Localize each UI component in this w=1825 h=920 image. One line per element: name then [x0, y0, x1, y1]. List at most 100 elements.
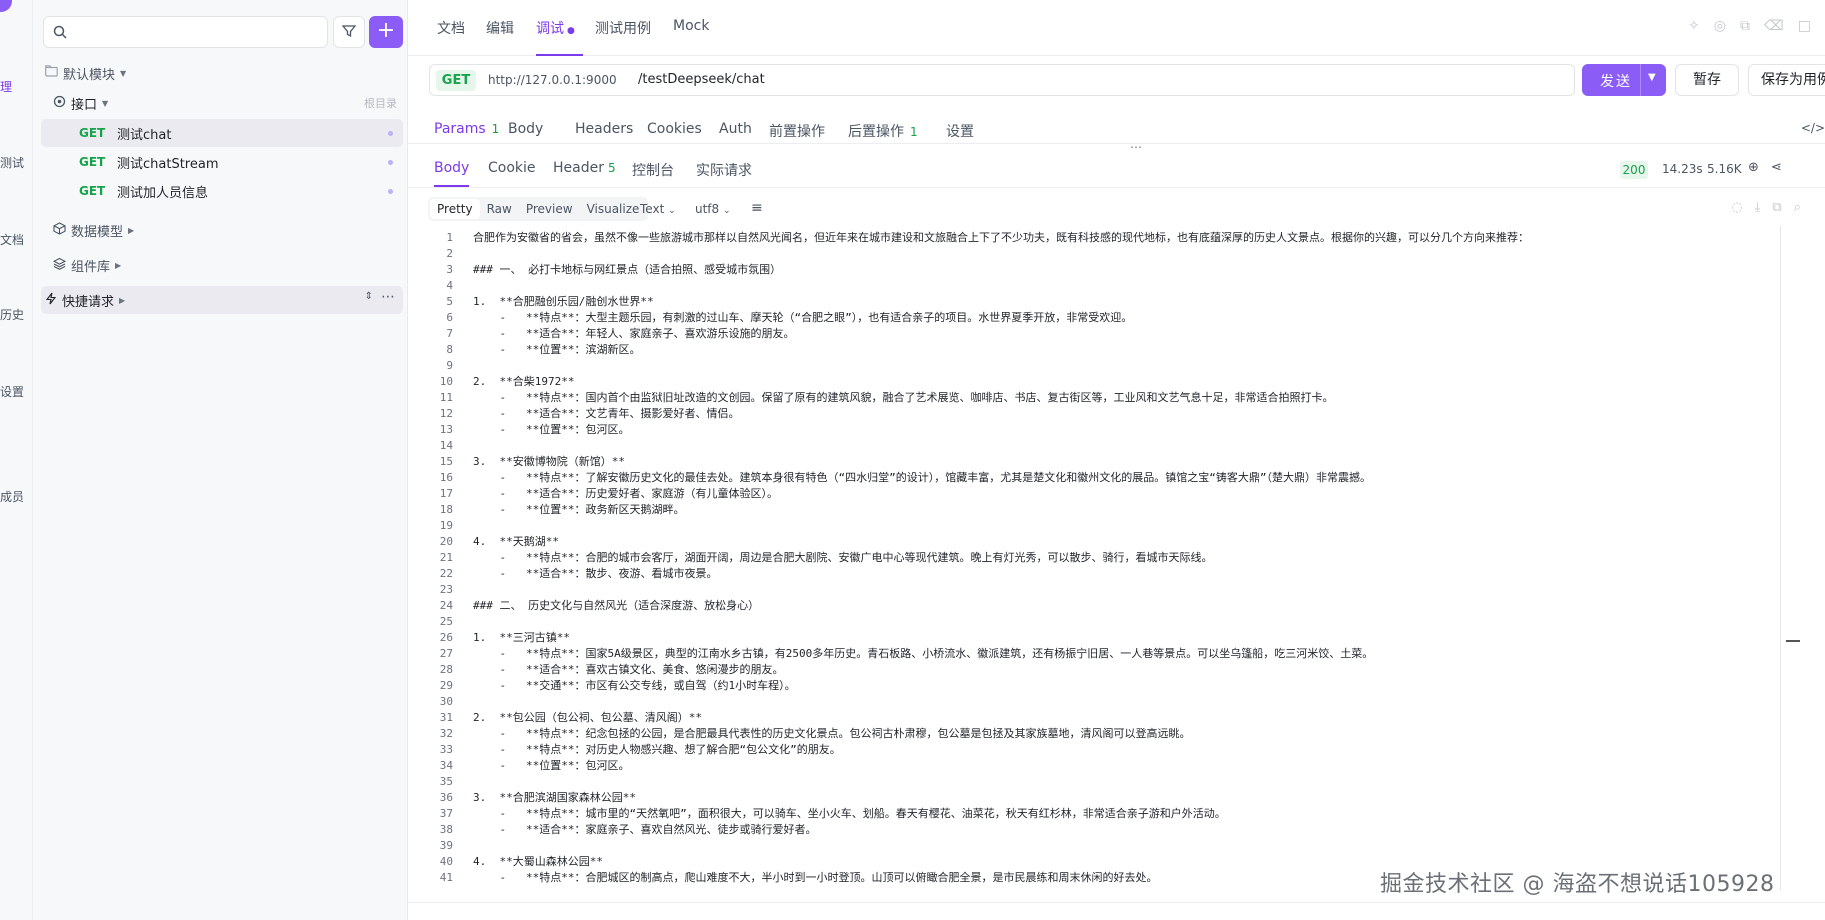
line-number: 31: [439, 711, 453, 724]
pin-icon[interactable]: ✧: [1688, 18, 1714, 34]
tab-actual-request[interactable]: 实际请求: [696, 160, 752, 180]
cube-icon: [53, 221, 66, 239]
url-host[interactable]: http://127.0.0.1:9000: [488, 73, 617, 87]
format-icon[interactable]: ◌: [1731, 200, 1754, 215]
tab-test-cases[interactable]: 测试用例: [595, 18, 651, 38]
app-window: 理 测试 文档 历史 设置 成员 + 默认模块 ▼ 接口 ▼ 根目录 GET 测…: [0, 0, 1825, 920]
copy-icon[interactable]: ⧉: [1772, 200, 1793, 215]
method-badge: GET: [79, 184, 106, 198]
rail-item-settings[interactable]: 设置: [0, 383, 24, 400]
rail-item-docs[interactable]: 文档: [0, 231, 24, 248]
view-visualize-button[interactable]: Visualize: [580, 199, 647, 219]
tab-mock[interactable]: Mock: [673, 18, 709, 34]
scrollbar-thumb[interactable]: [1786, 640, 1800, 642]
line-text: 2. **合柴1972**: [473, 375, 575, 388]
tab-docs[interactable]: 文档: [437, 18, 465, 38]
tab-auth[interactable]: Auth: [719, 121, 752, 137]
tab-body[interactable]: Body: [508, 121, 543, 137]
sort-icon[interactable]: ⇕: [365, 291, 373, 302]
scrollbar-track[interactable]: [1780, 226, 1781, 890]
line-number: 36: [439, 791, 453, 804]
response-icons: ⊕⋖: [1748, 160, 1794, 175]
tree-group-quick-request[interactable]: 快捷请求 ▶ ⇕ ⋯: [41, 286, 403, 314]
tab-post-ops[interactable]: 后置操作 1: [848, 121, 918, 141]
tab-response-cookie[interactable]: Cookie: [488, 160, 536, 176]
tree-group-interface[interactable]: 接口 ▼ 根目录: [41, 89, 403, 117]
view-raw-button[interactable]: Raw: [480, 199, 519, 219]
line-text: ### 二、 历史文化与自然风光（适合深度游、放松身心）: [473, 599, 760, 612]
wrap-lines-icon[interactable]: ≡: [751, 200, 763, 216]
tab-params[interactable]: Params 1: [434, 121, 499, 137]
chevron-down-icon: ▼: [120, 68, 127, 78]
window-icon[interactable]: □: [1798, 18, 1825, 34]
add-button[interactable]: +: [369, 16, 403, 48]
filter-icon: [341, 23, 357, 42]
search-icon[interactable]: ⌕: [1794, 200, 1813, 215]
tree-endpoint-row[interactable]: GET 测试chatStream: [41, 148, 403, 176]
format-select[interactable]: Text ⌄: [640, 202, 676, 216]
share-icon[interactable]: ◎: [1714, 18, 1740, 34]
tab-debug[interactable]: 调试 ●: [536, 18, 583, 56]
tab-console[interactable]: 控制台: [632, 160, 674, 180]
share-icon[interactable]: ⋖: [1771, 160, 1794, 175]
line-number: 21: [439, 551, 453, 564]
save-as-case-button[interactable]: 保存为用例: [1748, 64, 1825, 96]
tab-label: Headers: [575, 121, 634, 137]
method-selector[interactable]: GET: [436, 70, 476, 91]
chevron-down-icon[interactable]: ▼: [1648, 72, 1656, 83]
module-selector[interactable]: 默认模块 ▼: [41, 59, 403, 87]
filter-button[interactable]: [333, 16, 365, 48]
view-preview-button[interactable]: Preview: [519, 199, 580, 219]
tree-group-data-model[interactable]: 数据模型 ▶: [41, 216, 403, 244]
tab-headers[interactable]: Headers: [575, 121, 633, 137]
tab-label: Cookie: [488, 160, 536, 176]
tab-response-body[interactable]: Body: [434, 160, 470, 187]
line-number: 40: [439, 855, 453, 868]
line-text: - **位置**：包河区。: [473, 759, 630, 772]
globe-icon[interactable]: ⊕: [1748, 160, 1771, 175]
search-box[interactable]: [43, 16, 328, 48]
line-number: 32: [439, 727, 453, 740]
view-pretty-button[interactable]: Pretty: [430, 199, 480, 219]
clean-icon[interactable]: ⌫: [1764, 18, 1798, 34]
line-number: 16: [439, 471, 453, 484]
tab-response-header[interactable]: Header 5: [553, 160, 616, 176]
save-button[interactable]: 暂存: [1675, 64, 1739, 96]
search-input[interactable]: [74, 22, 319, 42]
encoding-select[interactable]: utf8 ⌄: [695, 202, 731, 216]
copy-icon[interactable]: ⧉: [1740, 18, 1764, 34]
active-dot-icon: ●: [567, 26, 575, 36]
tree-endpoint-row[interactable]: GET 测试加人员信息: [41, 177, 403, 205]
tree-endpoint-row[interactable]: GET 测试chat: [41, 119, 403, 147]
response-body-editor[interactable]: 1 合肥作为安徽省的省会，虽然不像一些旅游城市那样以自然风光闻名，但近年来在城市建…: [408, 226, 1792, 890]
url-path-input[interactable]: /testDeepseek/chat: [638, 72, 765, 87]
line-text: 3. **合肥滨湖国家森林公园**: [473, 791, 636, 804]
tab-label: Header: [553, 160, 604, 176]
download-icon[interactable]: ⤓: [1755, 200, 1773, 215]
rail-item-members[interactable]: 成员: [0, 488, 24, 505]
send-button[interactable]: 发送 ▼: [1582, 64, 1666, 96]
tab-cookies[interactable]: Cookies: [647, 121, 702, 137]
rail-item-manage[interactable]: 理: [0, 78, 12, 95]
line-number: 27: [439, 647, 453, 660]
response-tab-bar: Body Cookie Header 5 控制台 实际请求 200 14.23s …: [408, 150, 1825, 188]
code-icon[interactable]: </>: [1801, 121, 1825, 135]
tab-label: Body: [434, 160, 470, 176]
rail-item-test[interactable]: 测试: [0, 154, 24, 171]
tree-group-components[interactable]: 组件库 ▶: [41, 251, 403, 279]
tab-debug-label: 调试: [536, 21, 564, 37]
folder-icon: [45, 65, 58, 81]
line-number: 33: [439, 743, 453, 756]
interface-label: 接口: [71, 97, 98, 113]
tab-pre-ops[interactable]: 前置操作: [769, 121, 825, 141]
rail-item-history[interactable]: 历史: [0, 306, 24, 323]
tab-settings[interactable]: 设置: [946, 121, 974, 141]
line-text: - **特点**：了解安徽历史文化的最佳去处。建筑本身很有特色（“四水归堂”的设…: [473, 471, 1371, 484]
tab-edit[interactable]: 编辑: [486, 18, 514, 38]
tab-label: 设置: [946, 124, 974, 140]
more-icon[interactable]: ⋯: [381, 289, 395, 305]
url-bar[interactable]: GET http://127.0.0.1:9000 /testDeepseek/…: [429, 64, 1575, 96]
line-text: 1. **三河古镇**: [473, 631, 570, 644]
line-number: 25: [439, 615, 453, 628]
view-toolbar: Pretty Raw Preview Visualize Text ⌄ utf8…: [408, 196, 1825, 222]
